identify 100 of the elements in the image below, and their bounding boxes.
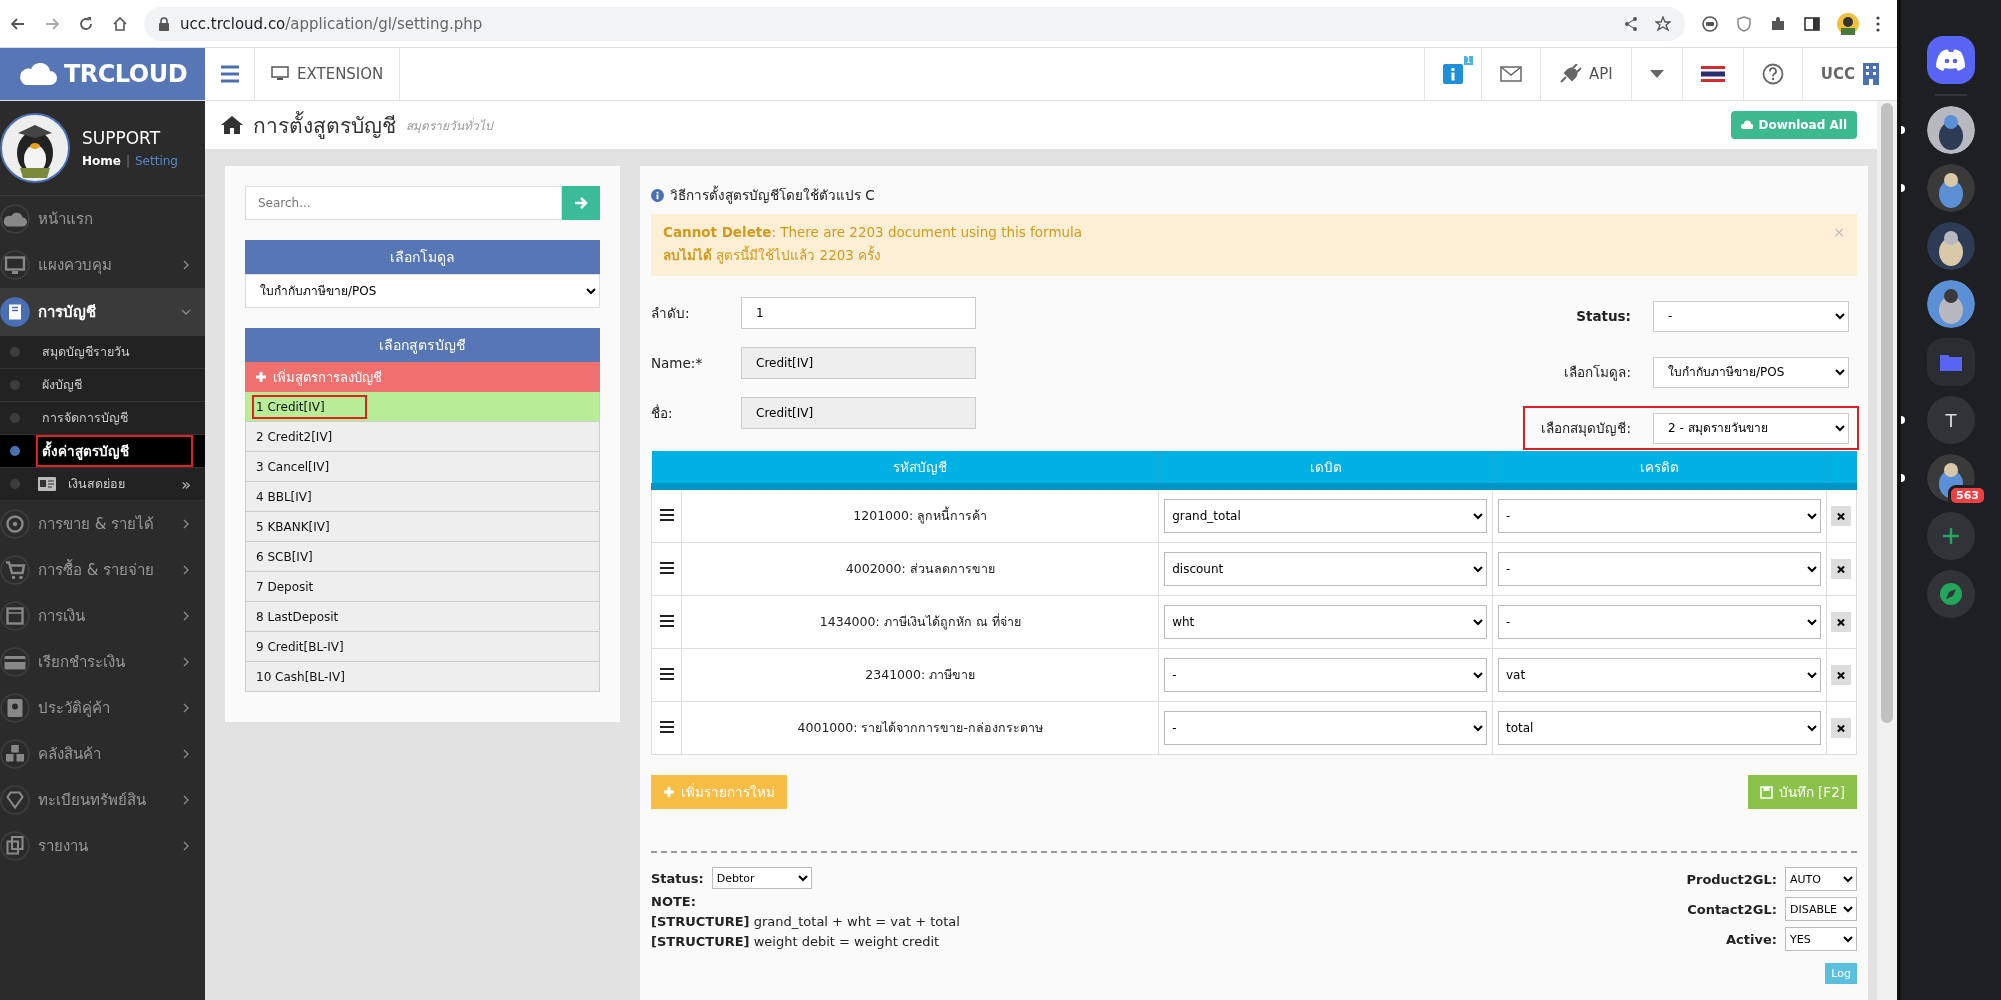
sidebar-item[interactable]: การขาย & รายได้ [0,501,205,547]
reload-icon[interactable] [78,15,94,32]
formula-item[interactable]: 5 KBANK[IV] [245,512,600,542]
credit-select[interactable]: - [1497,605,1821,639]
shield-icon[interactable] [1735,14,1753,33]
delete-button[interactable] [1831,665,1852,685]
info-icon [651,188,664,202]
scrollbar-thumb[interactable] [1881,103,1893,723]
status-select[interactable]: Debtor [711,867,812,889]
sidebar-item[interactable]: คลังสินค้า [0,731,205,777]
sidebar-item[interactable]: รายงาน [0,823,205,869]
add-server-button[interactable] [1927,512,1975,560]
sidebar-item[interactable]: หน้าแรก [0,196,205,242]
close-icon [1837,617,1846,627]
dropdown[interactable]: 2 - สมุดรายวันขาย [1653,412,1849,444]
sidebar-item[interactable]: เรียกชำระเงิน [0,639,205,685]
sidebar-subitem[interactable]: ผังบัญชี [0,369,205,402]
chevron-right-icon [181,519,191,529]
info-icon[interactable] [1443,64,1464,84]
plug-icon [1559,64,1582,84]
folder-button[interactable] [1927,338,1975,386]
formula-item[interactable]: 6 SCB[IV] [245,542,600,572]
formula-item[interactable]: 9 Credit[BL-IV] [245,632,600,662]
extension-icon[interactable] [1701,14,1719,33]
mail-icon[interactable] [1500,66,1523,82]
chevron-right-icon [181,703,191,713]
sidebar-item[interactable]: การซื้อ & รายจ่าย [0,547,205,593]
delete-button[interactable] [1831,506,1852,526]
drag-handle-icon[interactable] [659,561,674,574]
option-select[interactable]: DISABLE [1785,897,1857,921]
share-icon[interactable] [1623,15,1639,32]
building-icon[interactable] [1863,63,1879,85]
sidebar-subitem[interactable]: สมุดบัญชีรายวัน [0,336,205,369]
app-logo-icon [1936,49,1966,71]
delete-button[interactable] [1831,718,1852,738]
home-button[interactable] [1927,36,1975,84]
delete-button[interactable] [1831,612,1852,632]
column-header: เดบิต [1158,451,1493,487]
help-icon[interactable] [1761,63,1784,85]
drag-handle-icon[interactable] [659,508,674,521]
formula-item[interactable]: 4 BBL[IV] [245,482,600,512]
field-label: Product2GL: [1686,871,1777,887]
debit-select[interactable]: - [1164,711,1487,745]
search-field[interactable]: Search... [245,186,562,220]
chevron-right-icon [181,565,191,575]
sidebar-subitem[interactable]: เงินสดย่อย » [0,468,205,501]
user-name[interactable]: UCC [1820,65,1855,83]
explore-button[interactable] [1927,570,1975,618]
drag-handle-icon[interactable] [659,614,674,627]
puzzle-icon[interactable] [1769,14,1787,33]
drag-handle-icon[interactable] [659,667,674,680]
address-bar[interactable]: ucc.trcloud.co/application/gl/setting.php [144,6,1685,41]
flag-icon[interactable] [1700,66,1725,82]
debit-select[interactable]: wht [1164,605,1487,639]
sidebar-item[interactable]: การเงิน [0,593,205,639]
field-label: Status: [1576,308,1631,324]
module-select[interactable]: ใบกำกับภาษีขาย/POS [245,274,600,308]
home-icon[interactable] [112,15,128,32]
star-icon[interactable] [1655,15,1671,32]
sidebar-item[interactable]: ประวัติคู่ค้า [0,685,205,731]
formula-item[interactable]: 7 Deposit [245,572,600,602]
plus-icon [1941,526,1961,546]
sidebar-item[interactable]: แผงควบคุม [0,242,205,288]
sidebar-item[interactable]: การบัญชี [0,288,205,336]
server-button[interactable]: T [1927,396,1975,444]
caret-icon[interactable] [1649,70,1664,78]
close-icon [1837,511,1846,521]
formula-item[interactable]: 8 LastDeposit [245,602,600,632]
credit-select[interactable]: - [1497,499,1821,533]
credit-select[interactable]: vat [1497,658,1821,692]
debit-select[interactable]: discount [1164,552,1487,586]
book-icon [0,297,30,327]
formula-item[interactable]: 10 Cash[BL-IV] [245,662,600,692]
credit-select[interactable]: - [1497,552,1821,586]
debit-select[interactable]: grand_total [1164,499,1487,533]
sidebar-item[interactable]: ทะเบียนทรัพย์สิน [0,777,205,823]
option-select[interactable]: AUTO [1785,867,1857,891]
close-icon [1837,723,1846,733]
drag-handle-icon[interactable] [659,720,674,733]
credit-select[interactable]: total [1497,711,1821,745]
sidebar-icon[interactable] [1803,14,1821,33]
text-field[interactable]: 1 [741,297,976,329]
home-link[interactable]: Home [82,154,121,168]
dropdown[interactable]: ใบกำกับภาษีขาย/POS [1653,356,1849,388]
delete-button[interactable] [1831,559,1852,579]
menu-icon[interactable] [1875,14,1881,33]
option-select[interactable]: YES [1785,927,1857,951]
dropdown[interactable]: - [1653,300,1849,332]
panel-header: เลือกสูตรบัญชี [245,328,600,362]
formula-item[interactable]: 3 Cancel[IV] [245,452,600,482]
sidebar-subitem[interactable]: ตั้งค่าสูตรบัญชี [0,435,205,468]
back-icon[interactable] [10,15,26,32]
expand-icon: » [181,474,191,494]
formula-item[interactable]: 1 Credit[IV] [245,392,600,422]
sidebar-subitem[interactable]: การจัดการบัญชี [0,402,205,435]
app-logo[interactable]: TRCLOUD [0,48,205,100]
debit-select[interactable]: - [1164,658,1487,692]
home-icon[interactable] [221,116,243,134]
formula-item[interactable]: 2 Credit2[IV] [245,422,600,452]
setting-link[interactable]: Setting [135,154,178,168]
